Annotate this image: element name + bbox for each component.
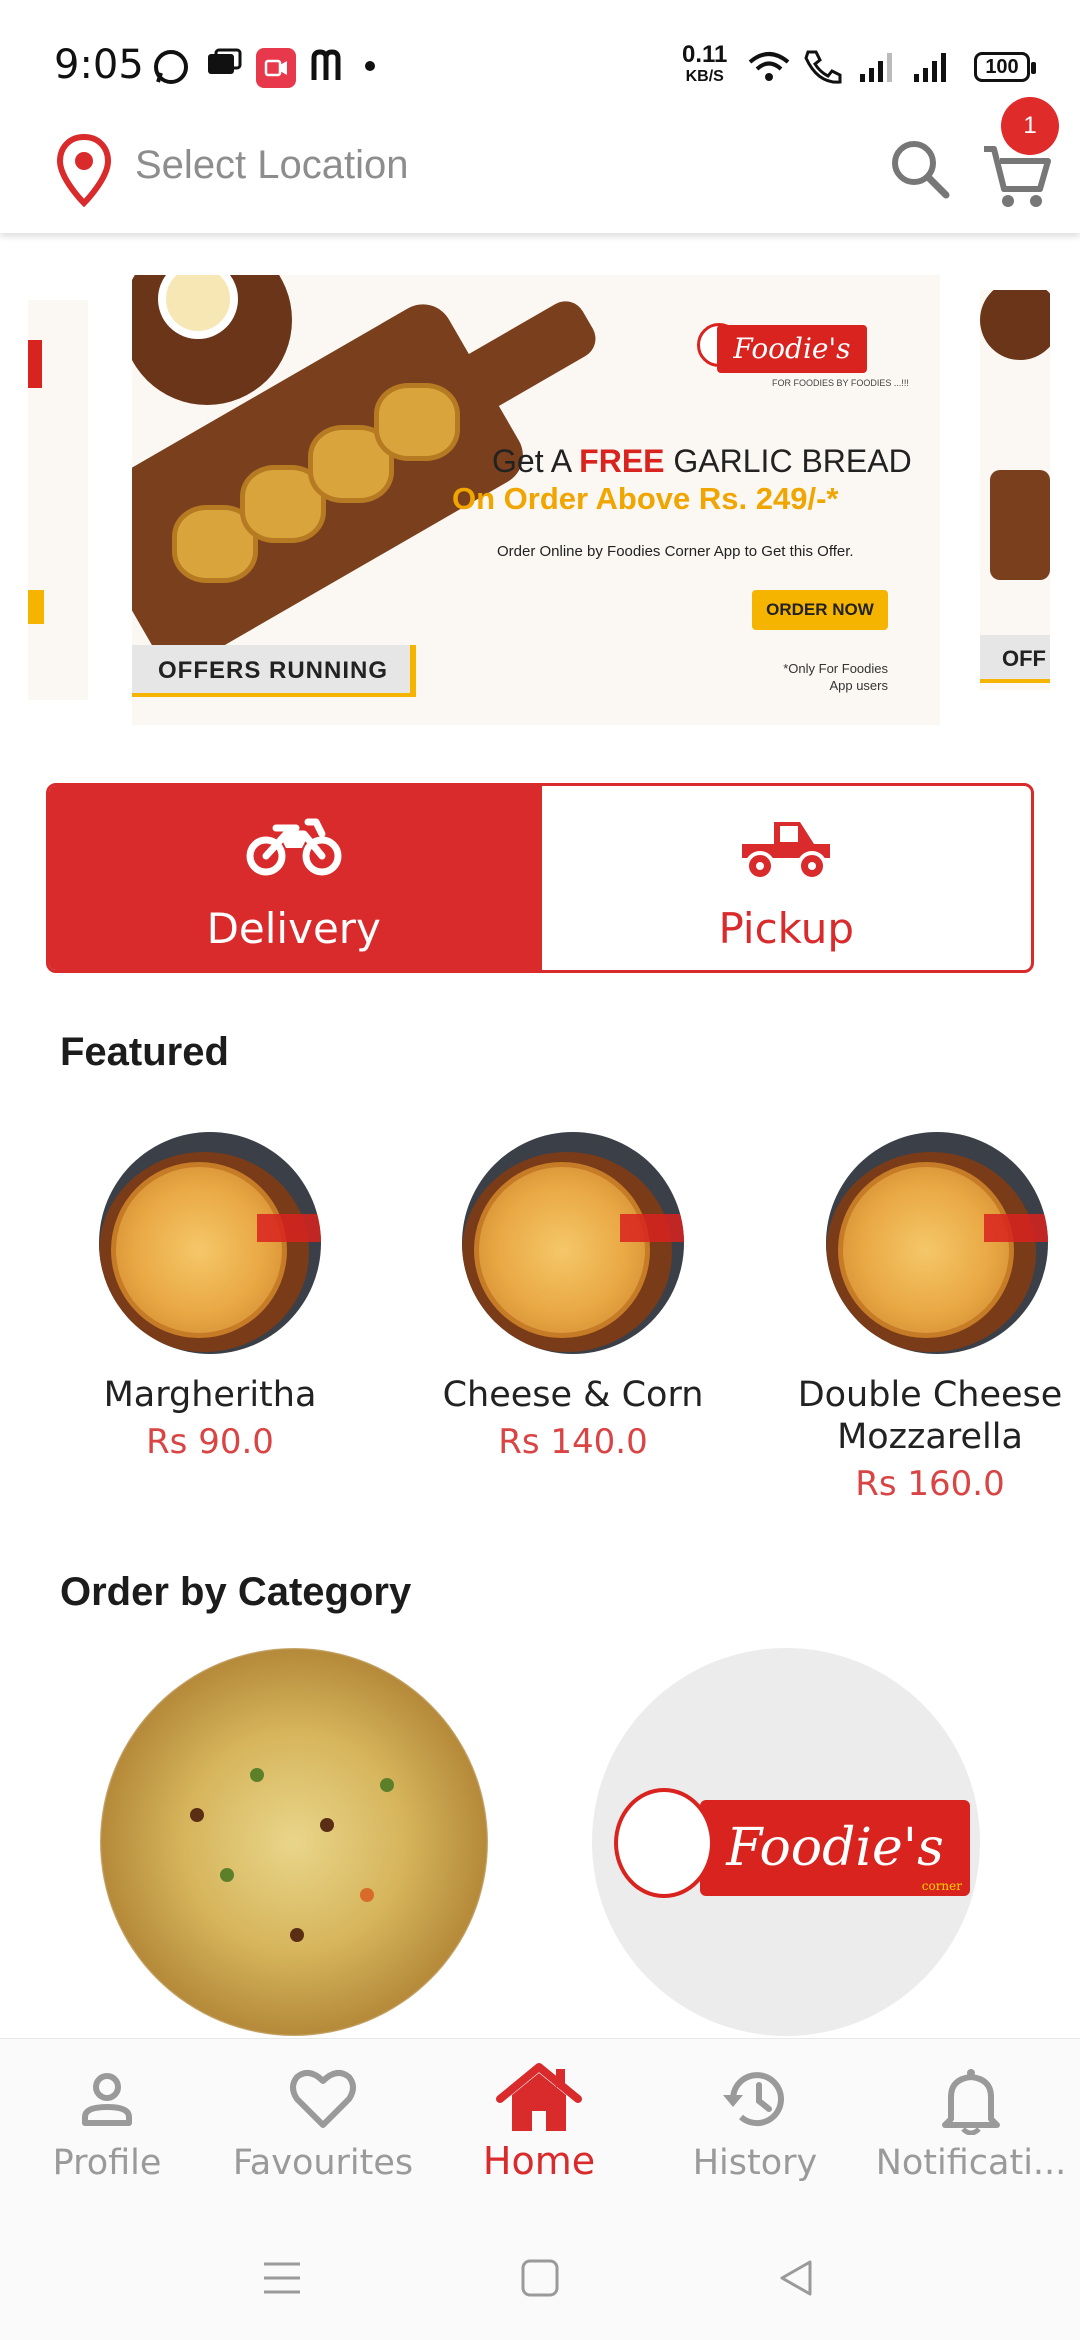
category-foodies[interactable]: Foodie's corner (592, 1648, 980, 2036)
offers-running-tag: OFFERS RUNNING (132, 645, 416, 697)
home-icon (496, 2063, 582, 2131)
history-icon (723, 2072, 784, 2127)
status-bar: 9:05 0.11 KB/S 100 (0, 0, 1080, 125)
motorbike-icon (246, 818, 342, 876)
home-button-icon[interactable] (520, 2258, 560, 2298)
pizza-image (99, 1132, 321, 1354)
delivery-label: Delivery (206, 904, 381, 953)
featured-item-name: Margheritha (103, 1375, 317, 1415)
wifi-icon (748, 52, 790, 81)
select-location-button[interactable]: Select Location (135, 143, 409, 188)
nav-notifications-label: Notificati... (875, 2143, 1067, 2183)
bell-icon (942, 2069, 1000, 2135)
next-offers-tag: OFF (980, 635, 1050, 683)
network-speed-value: 0.11 (682, 41, 728, 68)
featured-item-name: Cheese & Corn (442, 1375, 704, 1415)
featured-item[interactable]: Margheritha Rs 90.0 (60, 1132, 360, 1462)
order-now-button[interactable]: ORDER NOW (752, 590, 888, 630)
pickup-truck-icon (742, 822, 831, 881)
messages-icon (208, 48, 242, 74)
status-time: 9:05 (54, 42, 144, 88)
bottom-navigation: Profile Favourites Home History Notifica… (0, 2038, 1080, 2220)
delivery-option[interactable]: Delivery (49, 786, 539, 970)
nav-history-label: History (692, 2143, 818, 2183)
featured-item-price: Rs 90.0 (146, 1422, 274, 1462)
banner-headline: Get A FREE GARLIC BREAD (492, 443, 912, 480)
network-speed-unit: KB/S (685, 68, 724, 85)
cart-count-badge[interactable]: 1 (1001, 97, 1059, 155)
search-icon[interactable] (886, 129, 954, 205)
person-icon (82, 2073, 132, 2126)
pickup-label: Pickup (718, 904, 854, 953)
banner-offer-condition: On Order Above Rs. 249/-* (452, 481, 839, 516)
featured-item-price: Rs 140.0 (498, 1422, 648, 1462)
heart-icon (290, 2069, 356, 2128)
screen-record-icon (256, 48, 296, 88)
category-logo-text: Foodie's (726, 1818, 944, 1878)
order-by-category-title: Order by Category (60, 1570, 412, 1614)
signal-sim2-icon (914, 53, 946, 82)
banner-footnote: *Only For Foodies App users (783, 661, 888, 693)
location-pin-icon[interactable] (56, 133, 112, 209)
network-speed: 0.11 KB/S (682, 41, 728, 88)
back-icon[interactable] (776, 2258, 816, 2298)
dip-bowl-image (132, 275, 292, 405)
banner-headline-highlight: FREE (579, 443, 665, 479)
order-type-toggle: Delivery Pickup (46, 783, 1034, 973)
nav-profile-label: Profile (52, 2143, 162, 2183)
chef-logo-icon (614, 1788, 714, 1898)
featured-item-name: Double Cheese Mozzarella (797, 1375, 1063, 1457)
app-bar: Select Location (0, 125, 1080, 233)
battery-indicator: 100 (974, 52, 1036, 82)
featured-item-price: Rs 160.0 (855, 1464, 1005, 1504)
whatsapp-icon (154, 50, 188, 84)
banner-headline-pre: Get A (492, 443, 580, 479)
pickup-option[interactable]: Pickup (542, 786, 1032, 970)
nav-home-label: Home (482, 2139, 596, 2183)
system-navigation-bar (0, 2220, 1080, 2340)
featured-item[interactable]: Cheese & Corn Rs 140.0 (423, 1132, 723, 1462)
recent-apps-icon[interactable] (262, 2258, 302, 2298)
brand-logo: Foodie's (717, 325, 867, 373)
more-notifications-dot-icon (365, 61, 375, 71)
pizza-image (826, 1132, 1048, 1354)
medium-icon (311, 49, 341, 80)
category-logo: Foodie's corner (700, 1800, 970, 1896)
wifi-calling-icon (804, 50, 842, 84)
banner-headline-post: GARLIC BREAD (664, 443, 912, 479)
signal-sim1-icon (860, 53, 892, 82)
category-biryani[interactable] (100, 1648, 488, 2036)
biryani-image (100, 1648, 488, 2036)
banner-description: Order Online by Foodies Corner App to Ge… (497, 543, 854, 560)
pizza-image (462, 1132, 684, 1354)
category-logo-sub: corner (921, 1879, 962, 1893)
nav-favourites-label: Favourites (232, 2143, 414, 2183)
offer-banner[interactable]: Foodie's FOR FOODIES BY FOODIES ...!!! G… (132, 275, 940, 725)
brand-tagline: FOR FOODIES BY FOODIES ...!!! (772, 378, 909, 388)
featured-item[interactable]: Double Cheese Mozzarella Rs 160.0 (781, 1132, 1079, 1504)
banner-next[interactable]: OFF (980, 290, 1050, 690)
banner-previous[interactable] (28, 300, 88, 700)
featured-title: Featured (60, 1030, 229, 1074)
